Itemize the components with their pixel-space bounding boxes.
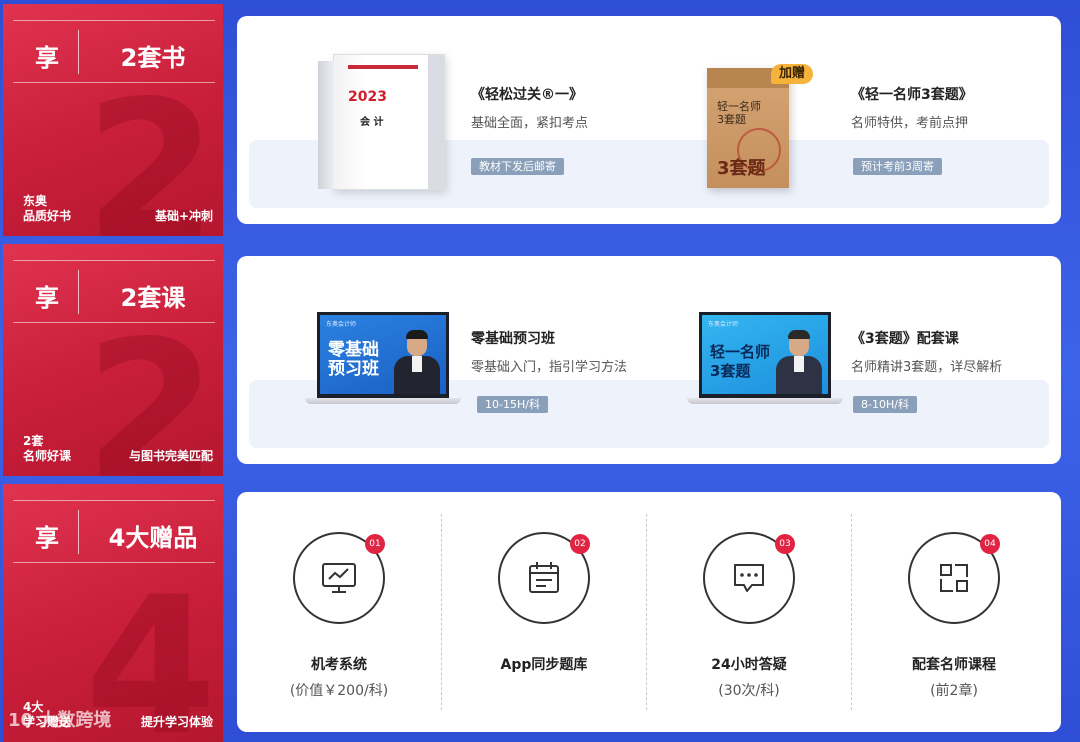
gift-item-4[interactable]: 04 配套名师课程 (前2章): [852, 492, 1056, 732]
footer-left: 东奥 品质好书: [23, 194, 71, 224]
envelope-text: 轻一名师 3套题: [717, 100, 761, 126]
section-books: 2 享 2套书 东奥 品质好书 基础+冲刺 2023 会 计 《轻松过关®一》 …: [0, 4, 1080, 236]
item-tag: 教材下发后邮寄: [471, 158, 564, 175]
red-side-panel: 2 享 2套课 2套 名师好课 与图书完美匹配: [3, 244, 223, 476]
red-side-panel: 4 享 4大赠品 4大 学习赠送 提升学习体验: [3, 484, 223, 742]
teacher-avatar: [776, 330, 822, 394]
footer-left-line2: 名师好课: [23, 449, 72, 463]
item-tag: 10-15H/科: [477, 396, 548, 413]
item-subtitle: 名师精讲3套题，详尽解析: [851, 360, 1003, 375]
vertical-divider: [78, 30, 79, 74]
footer-left: 2套 名师好课: [23, 434, 71, 464]
item-title: 《3套题》配套课: [851, 331, 959, 347]
section-courses: 2 享 2套课 2套 名师好课 与图书完美匹配 东奥会计师 零基础 预习班 零基…: [0, 244, 1080, 476]
gift-item-2[interactable]: 02 App同步题库: [442, 492, 646, 732]
screen-brand: 东奥会计师: [708, 321, 739, 328]
gift-number-badge: 03: [775, 534, 795, 554]
section-title: 2套书: [120, 44, 186, 72]
laptop-image: 东奥会计师 轻一名师 3套题: [687, 312, 843, 410]
screen-title-line1: 零基础: [328, 340, 379, 360]
xiang-label: 享: [35, 524, 59, 552]
screen-title: 零基础 预习班: [328, 341, 379, 379]
watermark: 10 大数跨境: [8, 710, 112, 731]
gift-item-3[interactable]: 03 24小时答疑 (30次/科): [647, 492, 851, 732]
footer-right: 基础+冲刺: [154, 209, 213, 223]
laptop-image: 东奥会计师 零基础 预习班: [305, 312, 461, 410]
footer-left-line1: 东奥: [23, 194, 48, 208]
laptop-base: [687, 398, 843, 404]
book-item-2[interactable]: 《轻一名师3套题》 名师特供，考前点押: [851, 84, 973, 131]
course-item-1[interactable]: 零基础预习班 零基础入门，指引学习方法: [471, 328, 627, 375]
item-tag: 预计考前3周寄: [853, 158, 942, 175]
gift-title: 配套名师课程: [912, 657, 996, 673]
item-subtitle: 名师特供，考前点押: [851, 116, 969, 131]
gift-number-badge: 04: [980, 534, 1000, 554]
laptop-screen: 东奥会计师 轻一名师 3套题: [699, 312, 831, 398]
book-spine: [428, 55, 444, 189]
teacher-avatar: [394, 330, 440, 394]
divider-line: [13, 20, 215, 21]
book-name: 会 计: [360, 117, 384, 128]
divider-line: [13, 562, 215, 563]
book-item-1[interactable]: 《轻松过关®一》 基础全面，紧扣考点: [471, 84, 588, 131]
bonus-badge: 加赠: [771, 64, 814, 84]
item-tag: 8-10H/科: [853, 396, 917, 413]
item-title: 《轻一名师3套题》: [851, 87, 973, 103]
gift-subtitle: (价值￥200/科): [289, 683, 389, 699]
calendar-icon: [529, 562, 559, 593]
chat-bubble-icon: [734, 564, 764, 592]
gift-title: 24小时答疑: [711, 657, 787, 673]
envelope-big-text: 3套题: [717, 158, 766, 179]
xiang-label: 享: [35, 44, 59, 72]
gift-number-badge: 01: [365, 534, 385, 554]
gift-subtitle: (30次/科): [718, 683, 780, 699]
item-title: 零基础预习班: [471, 331, 555, 347]
books-card: 2023 会 计 《轻松过关®一》 基础全面，紧扣考点 教材下发后邮寄 轻一名师…: [237, 16, 1061, 224]
course-item-2[interactable]: 《3套题》配套课 名师精讲3套题，详尽解析: [851, 328, 1002, 375]
gifts-card: 01 机考系统 (价值￥200/科) 02 App同步题库 03 24小时答疑 …: [237, 492, 1061, 732]
book-image: 2023 会 计: [318, 54, 445, 190]
screen-title-line1: 轻一名师: [710, 343, 771, 361]
item-title: 《轻松过关®一》: [471, 87, 583, 103]
screen-brand: 东奥会计师: [326, 321, 357, 328]
laptop-base: [305, 398, 461, 404]
divider-line: [13, 322, 215, 323]
divider-line: [13, 82, 215, 83]
envelope-image: 轻一名师 3套题 3套题: [707, 68, 789, 188]
book-top-stripe: [348, 65, 418, 69]
laptop-screen: 东奥会计师 零基础 预习班: [317, 312, 449, 398]
section-title: 4大赠品: [108, 524, 198, 552]
vertical-divider: [78, 270, 79, 314]
vertical-divider: [78, 510, 79, 554]
courses-card: 东奥会计师 零基础 预习班 零基础预习班 零基础入门，指引学习方法 10-15H…: [237, 256, 1061, 464]
gift-subtitle: (前2章): [930, 683, 978, 699]
section-gifts: 4 享 4大赠品 4大 学习赠送 提升学习体验 01 机考系统 (价值￥200/…: [0, 484, 1080, 742]
footer-right: 与图书完美匹配: [128, 449, 213, 463]
screen-title: 轻一名师 3套题: [710, 343, 770, 381]
item-subtitle: 基础全面，紧扣考点: [471, 116, 589, 131]
divider-line: [13, 260, 215, 261]
apps-grid-icon: [940, 564, 968, 592]
footer-left-line2: 品质好书: [23, 209, 72, 223]
xiang-label: 享: [35, 284, 59, 312]
section-title: 2套课: [120, 284, 186, 312]
envelope-line2: 3套题: [717, 113, 746, 126]
gift-number-badge: 02: [570, 534, 590, 554]
monitor-chart-icon: [322, 563, 356, 593]
book-side: [318, 61, 334, 189]
item-subtitle: 零基础入门，指引学习方法: [471, 360, 628, 375]
screen-title-line2: 预习班: [328, 359, 379, 379]
screen-title-line2: 3套题: [710, 362, 751, 380]
book-year: 2023: [348, 89, 387, 105]
footer-left-line1: 2套: [23, 434, 44, 448]
gift-item-1[interactable]: 01 机考系统 (价值￥200/科): [237, 492, 441, 732]
envelope-line1: 轻一名师: [717, 100, 761, 113]
gift-title: App同步题库: [500, 657, 588, 673]
gift-title: 机考系统: [311, 657, 367, 673]
red-side-panel: 2 享 2套书 东奥 品质好书 基础+冲刺: [3, 4, 223, 236]
footer-right: 提升学习体验: [140, 715, 213, 729]
divider-line: [13, 500, 215, 501]
